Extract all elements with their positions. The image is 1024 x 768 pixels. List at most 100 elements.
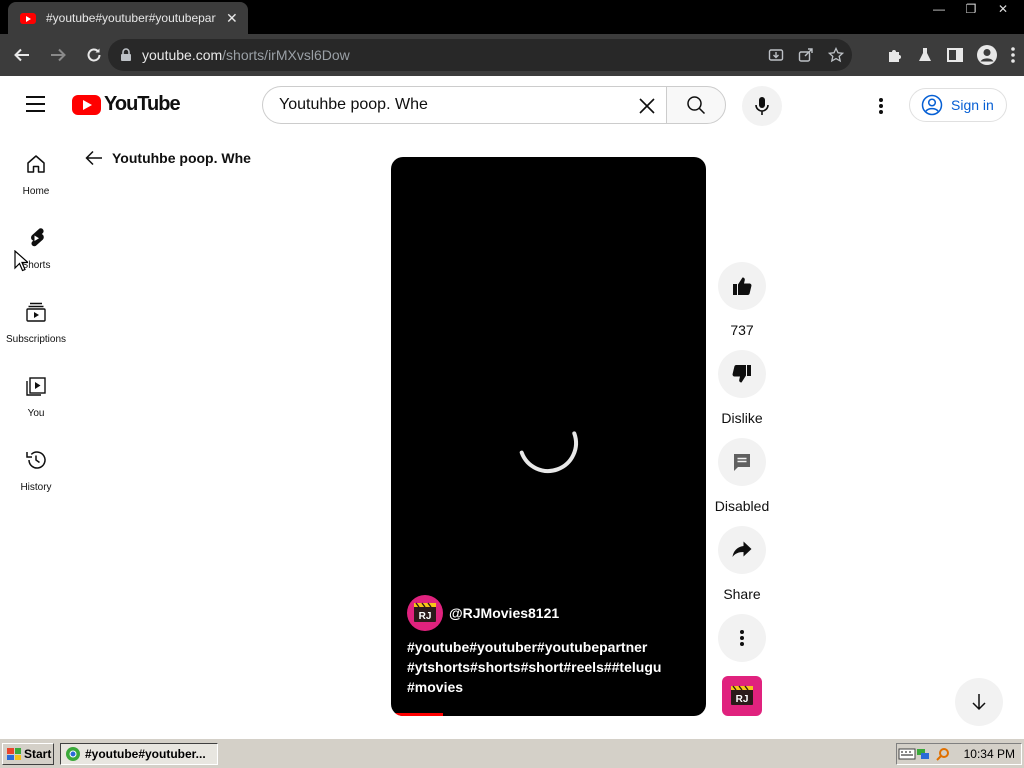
- tab-title: #youtube#youtuber#youtubepartner: [46, 11, 216, 25]
- network-icon[interactable]: [916, 747, 930, 761]
- more-vertical-icon: [879, 98, 883, 114]
- youtube-play-logo-icon: [72, 94, 101, 115]
- share-button[interactable]: [718, 526, 766, 574]
- tab-close-button[interactable]: ✕: [226, 10, 238, 27]
- labs-flask-icon[interactable]: [916, 46, 934, 64]
- close-icon: [639, 98, 655, 114]
- guide-item-shorts[interactable]: Shorts: [0, 206, 72, 280]
- bookmark-star-icon[interactable]: [828, 47, 844, 63]
- dislike-button[interactable]: [718, 350, 766, 398]
- sound-thumbnail-text: RJ: [736, 694, 749, 705]
- video-caption[interactable]: #youtube#youtuber#youtubepartner #ytshor…: [407, 637, 687, 697]
- history-icon: [24, 448, 48, 472]
- guide-item-subscriptions[interactable]: Subscriptions: [0, 280, 72, 354]
- url-text: youtube.com/shorts/irMXvsl6Dow: [142, 47, 350, 63]
- clear-search-button[interactable]: [636, 95, 658, 117]
- clock: 10:34 PM: [963, 747, 1015, 761]
- install-app-icon[interactable]: [768, 47, 784, 63]
- comments-action: Disabled: [712, 438, 772, 514]
- share-action: Share: [712, 526, 772, 602]
- youtube-logo[interactable]: YouTube: [72, 93, 181, 116]
- sound-thumbnail[interactable]: RJ: [722, 676, 762, 716]
- playback-progress-bar[interactable]: [395, 713, 443, 716]
- menu-line: [26, 110, 45, 112]
- share-label: Share: [723, 586, 761, 602]
- microphone-icon: [755, 97, 769, 115]
- more-action: [712, 614, 772, 662]
- more-options-button[interactable]: [718, 614, 766, 662]
- profile-avatar-icon[interactable]: [976, 44, 998, 66]
- subscriptions-icon: [24, 300, 48, 324]
- page-title: Youtuhbe poop. Whe: [112, 150, 251, 166]
- window-close-button[interactable]: ✕: [990, 0, 1016, 18]
- back-button[interactable]: [6, 39, 38, 71]
- like-button[interactable]: [718, 262, 766, 310]
- search-box: [262, 86, 666, 124]
- system-tray: 10:34 PM: [896, 743, 1022, 765]
- guide-label: History: [20, 482, 52, 493]
- forward-button[interactable]: [42, 39, 74, 71]
- browser-titlebar: #youtube#youtuber#youtubepartner ✕ — ❐ ✕: [0, 0, 1024, 34]
- guide-item-home[interactable]: Home: [0, 132, 72, 206]
- search-button[interactable]: [666, 86, 726, 124]
- channel-logo-icon: RJ: [731, 685, 753, 705]
- guide-label: Home: [22, 186, 50, 197]
- arrow-left-icon: [14, 48, 29, 62]
- arrow-down-icon: [972, 694, 986, 711]
- guide-item-history[interactable]: History: [0, 428, 72, 502]
- url-host: youtube.com: [142, 47, 223, 63]
- lock-icon: [121, 48, 131, 61]
- channel-handle[interactable]: @RJMovies8121: [449, 605, 559, 621]
- reload-button[interactable]: [78, 39, 110, 71]
- restore-button[interactable]: ❐: [958, 0, 984, 18]
- search-input[interactable]: [279, 96, 619, 114]
- comment-icon: [734, 454, 750, 471]
- comments-disabled-label: Disabled: [714, 498, 770, 514]
- start-button[interactable]: Start: [2, 743, 54, 765]
- account-circle-icon: [921, 94, 943, 116]
- search-magnifier-icon[interactable]: [935, 747, 950, 761]
- extensions-icon[interactable]: [886, 46, 904, 64]
- window-controls: — ❐ ✕: [926, 0, 1016, 18]
- like-count: 737: [730, 322, 754, 338]
- arrow-left-icon: [85, 150, 102, 166]
- mouse-cursor-icon: [14, 250, 28, 272]
- more-vertical-icon: [740, 630, 744, 646]
- youtube-masthead: YouTube Sign in: [0, 76, 1024, 132]
- share-arrow-icon: [732, 541, 752, 557]
- browser-menu-icon[interactable]: [1010, 46, 1016, 64]
- browser-toolbar: youtube.com/shorts/irMXvsl6Dow: [0, 34, 1024, 76]
- windows-taskbar: Start #youtube#youtuber... 10:34 PM: [0, 738, 1024, 768]
- sign-in-button[interactable]: Sign in: [909, 88, 1007, 122]
- sign-in-label: Sign in: [951, 97, 994, 113]
- reload-icon: [87, 48, 101, 62]
- minimize-button[interactable]: —: [926, 0, 952, 18]
- youtube-logo-text: YouTube: [104, 93, 181, 115]
- start-label: Start: [24, 747, 52, 761]
- windows-flag-icon: [7, 748, 21, 760]
- guide-label: Subscriptions: [5, 334, 67, 345]
- share-page-icon[interactable]: [798, 47, 814, 63]
- guide-item-you[interactable]: You: [0, 354, 72, 428]
- address-bar[interactable]: youtube.com/shorts/irMXvsl6Dow: [108, 39, 852, 71]
- browser-tab[interactable]: #youtube#youtuber#youtubepartner ✕: [8, 2, 248, 34]
- menu-line: [26, 103, 45, 105]
- back-button[interactable]: [84, 148, 104, 168]
- side-panel-icon[interactable]: [946, 46, 964, 64]
- next-short-button[interactable]: [955, 678, 1003, 726]
- shorts-video-player[interactable]: RJ @RJMovies8121 #youtube#youtuber#youtu…: [391, 157, 706, 716]
- url-path: /shorts/irMXvsl6Dow: [222, 47, 350, 63]
- settings-menu-button[interactable]: [866, 94, 896, 118]
- chrome-app-icon: [66, 747, 80, 761]
- thumbs-up-icon: [733, 277, 752, 295]
- taskbar-chrome-window[interactable]: #youtube#youtuber...: [60, 743, 218, 765]
- youtube-favicon-icon: [20, 12, 36, 24]
- comments-button[interactable]: [718, 438, 766, 486]
- guide-menu-button[interactable]: [20, 90, 52, 118]
- taskbar-item-label: #youtube#youtuber...: [85, 747, 206, 761]
- channel-avatar[interactable]: RJ: [407, 595, 443, 631]
- thumbs-down-icon: [732, 365, 751, 383]
- voice-search-button[interactable]: [742, 86, 782, 126]
- arrow-right-icon: [51, 48, 66, 62]
- loading-spinner-icon: [519, 431, 578, 473]
